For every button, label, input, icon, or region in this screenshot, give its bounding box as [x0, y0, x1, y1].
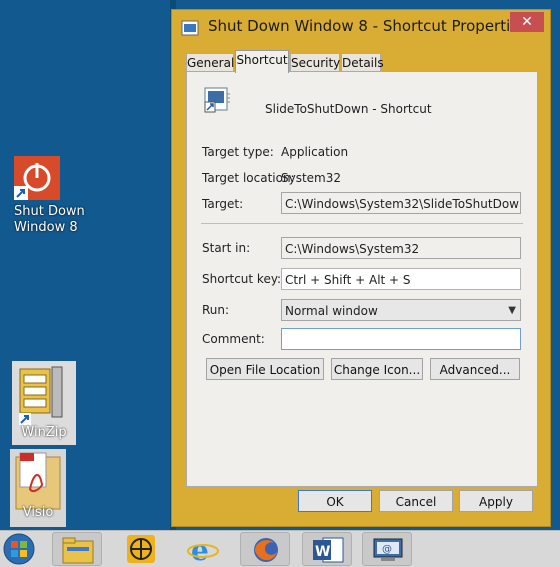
target-field[interactable]: C:\Windows\System32\SlideToShutDown.exe — [281, 192, 521, 214]
firefox-icon — [254, 538, 278, 562]
taskbar: e W @ — [0, 530, 560, 567]
internet-explorer-icon: e — [187, 534, 219, 564]
word-icon: W — [313, 537, 344, 563]
tab-shortcut[interactable]: Shortcut — [235, 50, 289, 73]
winzip-icon — [19, 366, 63, 425]
start-in-label: Start in: — [202, 241, 251, 255]
target-location-value: System32 — [281, 171, 342, 185]
taskbar-email[interactable]: @ — [362, 532, 412, 566]
shortcut-key-field[interactable]: Ctrl + Shift + Alt + S — [281, 268, 521, 290]
folder-icon — [62, 537, 94, 564]
svg-text:e: e — [191, 534, 209, 564]
window-app-icon — [181, 20, 199, 36]
svg-text:W: W — [315, 544, 330, 560]
tab-security[interactable]: Security — [290, 53, 340, 72]
taskbar-network-app[interactable] — [116, 532, 166, 566]
desktop-icon-label: WinZip — [21, 425, 67, 440]
run-select[interactable]: Normal window ▼ — [281, 299, 521, 321]
power-icon — [14, 156, 60, 200]
pdf-folder-icon — [15, 452, 61, 510]
run-label: Run: — [202, 303, 230, 317]
start-button[interactable] — [0, 531, 40, 567]
shortcut-key-label: Shortcut key: — [202, 272, 282, 286]
desktop-icon-label-line1: Shut Down — [14, 204, 85, 219]
change-icon-button[interactable]: Change Icon... — [331, 358, 423, 380]
desktop-icon-label-line2: Window 8 — [14, 220, 78, 235]
svg-text:@: @ — [382, 544, 392, 555]
open-file-location-button[interactable]: Open File Location — [206, 358, 324, 380]
advanced-button[interactable]: Advanced... — [430, 358, 520, 380]
email-computer-icon: @ — [373, 538, 403, 561]
apply-button[interactable]: Apply — [459, 490, 533, 512]
taskbar-internet-explorer[interactable]: e — [178, 532, 228, 566]
shortcut-file-icon — [204, 87, 230, 113]
target-label: Target: — [202, 197, 244, 211]
shortcut-name: SlideToShutDown - Shortcut — [265, 102, 432, 116]
taskbar-firefox[interactable] — [240, 532, 290, 566]
start-in-field[interactable]: C:\Windows\System32 — [281, 237, 521, 259]
taskbar-word[interactable]: W — [302, 532, 352, 566]
desktop-icon-visio[interactable]: Visio — [10, 449, 66, 527]
taskbar-file-explorer[interactable] — [52, 532, 102, 566]
shortcut-panel: SlideToShutDown - Shortcut Target type: … — [186, 71, 538, 487]
ok-button[interactable]: OK — [298, 490, 372, 512]
target-type-value: Application — [281, 145, 349, 159]
cancel-button[interactable]: Cancel — [379, 490, 453, 512]
window-title: Shut Down Window 8 - Shortcut Properties — [208, 17, 528, 35]
separator — [201, 223, 523, 224]
target-type-label: Target type: — [202, 145, 274, 159]
windows-orb-icon — [3, 533, 35, 565]
title-bar[interactable]: Shut Down Window 8 - Shortcut Properties… — [172, 10, 550, 44]
properties-window: Shut Down Window 8 - Shortcut Properties… — [171, 9, 551, 527]
tab-general[interactable]: General — [186, 53, 234, 72]
run-select-value: Normal window — [285, 304, 378, 318]
desktop-icon-shut-down[interactable]: Shut Down Window 8 — [8, 156, 88, 236]
chevron-down-icon: ▼ — [508, 305, 516, 316]
desktop-icon-winzip[interactable]: WinZip — [12, 361, 76, 445]
tab-details[interactable]: Details — [341, 53, 384, 72]
comment-label: Comment: — [202, 332, 265, 346]
comment-field[interactable] — [281, 328, 521, 350]
globe-icon — [127, 535, 155, 563]
close-button[interactable]: ✕ — [510, 12, 544, 32]
